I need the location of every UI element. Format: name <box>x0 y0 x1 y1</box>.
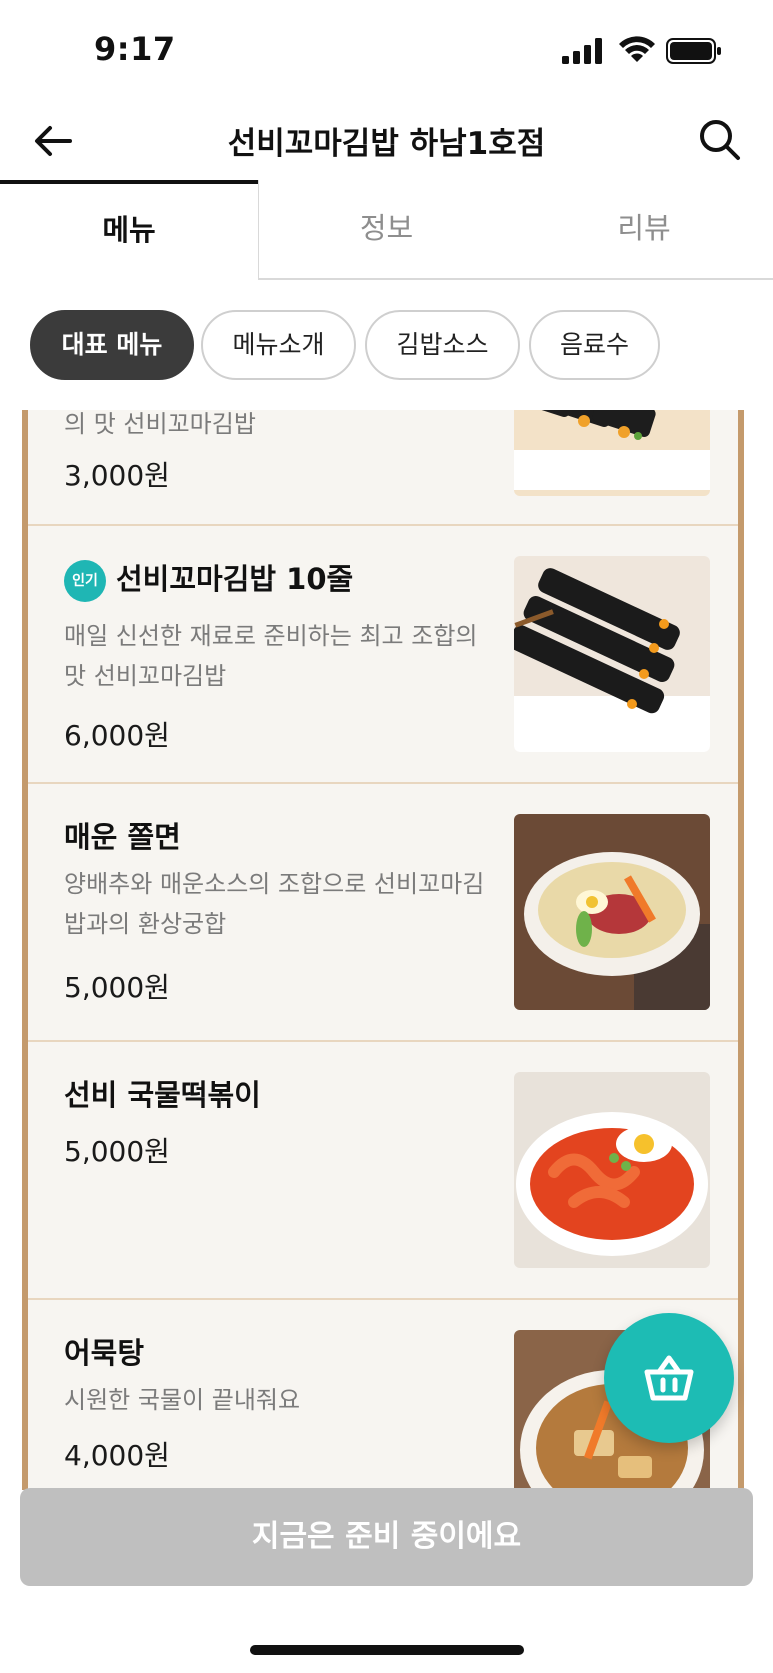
order-status-button[interactable]: 지금은 준비 중이에요 <box>20 1488 753 1586</box>
menu-item-price: 3,000원 <box>64 459 170 492</box>
menu-item-price: 5,000원 <box>64 1135 170 1168</box>
menu-item-name: 선비 국물떡볶이 <box>64 1078 261 1112</box>
cart-basket-icon <box>644 1355 694 1401</box>
menu-item-desc: 매일 신선한 재료로 준비하는 최고 조합의 맛 선비꼬마김밥 <box>64 622 478 690</box>
menu-item-title: 인기 선비꼬마김밥 10줄 <box>64 556 353 602</box>
chip-signature-menu[interactable]: 대표 메뉴 <box>30 310 194 380</box>
top-header: 선비꼬마김밥 하남1호점 <box>0 100 773 180</box>
chip-drinks[interactable]: 음료수 <box>529 310 660 380</box>
menu-item-name: 매운 쫄면 <box>64 820 181 854</box>
gimbap-photo <box>514 410 710 496</box>
menu-item[interactable]: 선비 국물떡볶이 5,000원 <box>28 1042 738 1300</box>
home-indicator <box>250 1645 524 1655</box>
menu-item[interactable]: 의 맛 선비꼬마김밥 3,000원 <box>28 410 738 526</box>
menu-item-price: 5,000원 <box>64 971 170 1004</box>
cart-button[interactable] <box>604 1313 734 1443</box>
menu-item-price: 4,000원 <box>64 1439 170 1472</box>
battery-icon <box>666 38 721 64</box>
signal-icon <box>562 38 602 64</box>
menu-item[interactable]: 인기 선비꼬마김밥 10줄 매일 신선한 재료로 준비하는 최고 조합의 맛 선비… <box>28 526 738 784</box>
menu-item-desc: 의 맛 선비꼬마김밥 <box>64 410 256 438</box>
chip-menu-intro[interactable]: 메뉴소개 <box>201 310 356 380</box>
popular-badge: 인기 <box>64 560 106 602</box>
menu-item-desc: 시원한 국물이 끝내줘요 <box>64 1386 301 1414</box>
category-chips: 대표 메뉴 메뉴소개 김밥소스 음료수 <box>0 304 773 384</box>
tab-info[interactable]: 정보 <box>258 180 515 280</box>
status-time: 9:17 <box>94 30 176 68</box>
search-icon[interactable] <box>696 116 742 162</box>
menu-item[interactable]: 매운 쫄면 양배추와 매운소스의 조합으로 선비꼬마김밥과의 환상궁합 5,00… <box>28 784 738 1042</box>
chip-gimbap-sauce[interactable]: 김밥소스 <box>365 310 520 380</box>
menu-item-price: 6,000원 <box>64 719 170 752</box>
status-bar: 9:17 <box>0 0 773 100</box>
tteokbokki-photo <box>514 1072 710 1268</box>
menu-item-name: 어묵탕 <box>64 1336 145 1370</box>
jjolmyeon-photo <box>514 814 710 1010</box>
wifi-icon <box>619 36 655 62</box>
store-title: 선비꼬마김밥 하남1호점 <box>227 126 546 162</box>
menu-item-name: 선비꼬마김밥 10줄 <box>116 562 354 596</box>
tab-bar: 메뉴 정보 리뷰 <box>0 180 773 280</box>
gimbap-photo <box>514 556 710 752</box>
tab-reviews[interactable]: 리뷰 <box>515 180 773 280</box>
tab-menu[interactable]: 메뉴 <box>0 180 258 280</box>
menu-item-desc: 양배추와 매운소스의 조합으로 선비꼬마김밥과의 환상궁합 <box>64 870 485 938</box>
